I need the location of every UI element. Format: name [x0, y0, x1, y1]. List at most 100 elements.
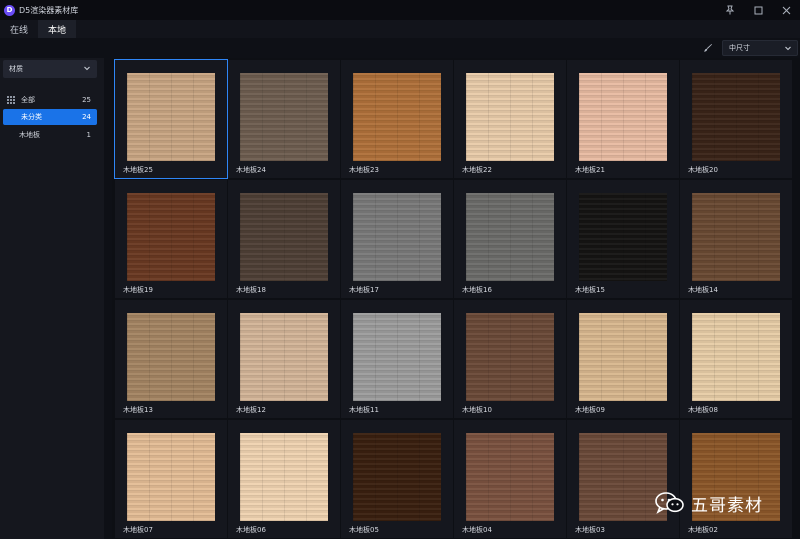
material-thumbnail: [240, 73, 328, 161]
material-label: 木地板08: [688, 406, 718, 414]
material-thumbnail: [240, 433, 328, 521]
material-card[interactable]: 木地板23: [341, 60, 453, 178]
material-thumbnail: [127, 73, 215, 161]
material-thumbnail: [127, 313, 215, 401]
material-card[interactable]: 木地板11: [341, 300, 453, 418]
title-bar: D D5渲染器素材库: [0, 0, 800, 20]
material-card[interactable]: 木地板03: [567, 420, 679, 538]
chevron-down-icon: [785, 46, 791, 51]
material-label: 木地板23: [349, 166, 379, 174]
material-thumbnail: [579, 313, 667, 401]
material-card[interactable]: 木地板22: [454, 60, 566, 178]
tree-item-count: 25: [82, 96, 91, 104]
toolbar: 中尺寸: [0, 38, 800, 58]
material-card[interactable]: 木地板09: [567, 300, 679, 418]
material-card[interactable]: 木地板20: [680, 60, 792, 178]
tree-item-all[interactable]: 全部 25: [3, 92, 97, 108]
material-card[interactable]: 木地板17: [341, 180, 453, 298]
material-card[interactable]: 木地板15: [567, 180, 679, 298]
material-label: 木地板25: [123, 166, 153, 174]
material-label: 木地板18: [236, 286, 266, 294]
material-card[interactable]: 木地板10: [454, 300, 566, 418]
material-thumbnail: [579, 193, 667, 281]
app-logo: D: [4, 4, 15, 16]
material-label: 木地板05: [349, 526, 379, 534]
material-thumbnail: [127, 193, 215, 281]
material-card[interactable]: 木地板19: [115, 180, 227, 298]
grid-icon: [7, 95, 16, 105]
material-card[interactable]: 木地板06: [228, 420, 340, 538]
tree-item-label: 未分类: [21, 113, 42, 121]
window-controls: [716, 0, 800, 20]
sidebar: 材质 全部 25 未分类 24 木地板 1: [0, 58, 104, 539]
material-card[interactable]: 木地板08: [680, 300, 792, 418]
material-thumbnail: [353, 73, 441, 161]
tab-local[interactable]: 本地: [38, 20, 77, 38]
material-thumbnail: [127, 433, 215, 521]
material-thumbnail: [466, 73, 554, 161]
material-card[interactable]: 木地板16: [454, 180, 566, 298]
tab-online[interactable]: 在线: [0, 20, 38, 38]
tree-item-uncategorized[interactable]: 未分类 24: [3, 109, 97, 125]
material-thumbnail: [579, 433, 667, 521]
material-label: 木地板24: [236, 166, 266, 174]
material-label: 木地板09: [575, 406, 605, 414]
tree-item-label: 木地板: [19, 131, 40, 139]
tree-item-wood-floor[interactable]: 木地板 1: [3, 127, 97, 143]
material-label: 木地板16: [462, 286, 492, 294]
material-label: 木地板21: [575, 166, 605, 174]
category-select[interactable]: 材质: [3, 60, 97, 78]
material-label: 木地板20: [688, 166, 718, 174]
material-label: 木地板03: [575, 526, 605, 534]
material-label: 木地板15: [575, 286, 605, 294]
material-thumbnail: [692, 73, 780, 161]
material-thumbnail: [466, 433, 554, 521]
material-card[interactable]: 木地板18: [228, 180, 340, 298]
chevron-down-icon: [84, 66, 90, 71]
wechat-icon: [655, 492, 684, 514]
material-label: 木地板22: [462, 166, 492, 174]
material-card[interactable]: 木地板05: [341, 420, 453, 538]
tree-item-label: 全部: [21, 96, 35, 104]
size-select-value: 中尺寸: [729, 44, 750, 52]
material-label: 木地板11: [349, 406, 379, 414]
material-card[interactable]: 木地板25: [114, 59, 228, 179]
material-thumbnail: [240, 313, 328, 401]
material-card[interactable]: 木地板02: [680, 420, 792, 538]
material-label: 木地板12: [236, 406, 266, 414]
size-select[interactable]: 中尺寸: [722, 40, 798, 56]
material-grid: 木地板25 木地板24 木地板23 木地板22 木地板21 木地板20 木地板19 木地板18…: [112, 58, 800, 539]
category-select-value: 材质: [9, 65, 23, 73]
close-icon[interactable]: [772, 0, 800, 20]
material-card[interactable]: 木地板07: [115, 420, 227, 538]
material-label: 木地板17: [349, 286, 379, 294]
material-label: 木地板10: [462, 406, 492, 414]
material-card[interactable]: 木地板21: [567, 60, 679, 178]
material-thumbnail: [466, 313, 554, 401]
material-thumbnail: [353, 433, 441, 521]
material-card[interactable]: 木地板04: [454, 420, 566, 538]
tree-item-count: 1: [86, 131, 91, 139]
material-thumbnail: [466, 193, 554, 281]
maximize-icon[interactable]: [744, 0, 772, 20]
material-thumbnail: [692, 313, 780, 401]
material-label: 木地板07: [123, 526, 153, 534]
material-label: 木地板06: [236, 526, 266, 534]
material-card[interactable]: 木地板13: [115, 300, 227, 418]
material-thumbnail: [353, 193, 441, 281]
material-label: 木地板13: [123, 406, 153, 414]
watermark-text: 五哥素材: [691, 495, 763, 516]
paintbrush-icon[interactable]: [701, 41, 715, 55]
pin-icon[interactable]: [716, 0, 744, 20]
material-label: 木地板19: [123, 286, 153, 294]
material-card[interactable]: 木地板24: [228, 60, 340, 178]
material-card[interactable]: 木地板12: [228, 300, 340, 418]
material-thumbnail: [692, 193, 780, 281]
material-thumbnail: [579, 73, 667, 161]
material-label: 木地板04: [462, 526, 492, 534]
watermark: 五哥素材: [655, 492, 763, 516]
material-card[interactable]: 木地板14: [680, 180, 792, 298]
material-label: 木地板14: [688, 286, 718, 294]
material-label: 木地板02: [688, 526, 718, 534]
material-thumbnail: [353, 313, 441, 401]
